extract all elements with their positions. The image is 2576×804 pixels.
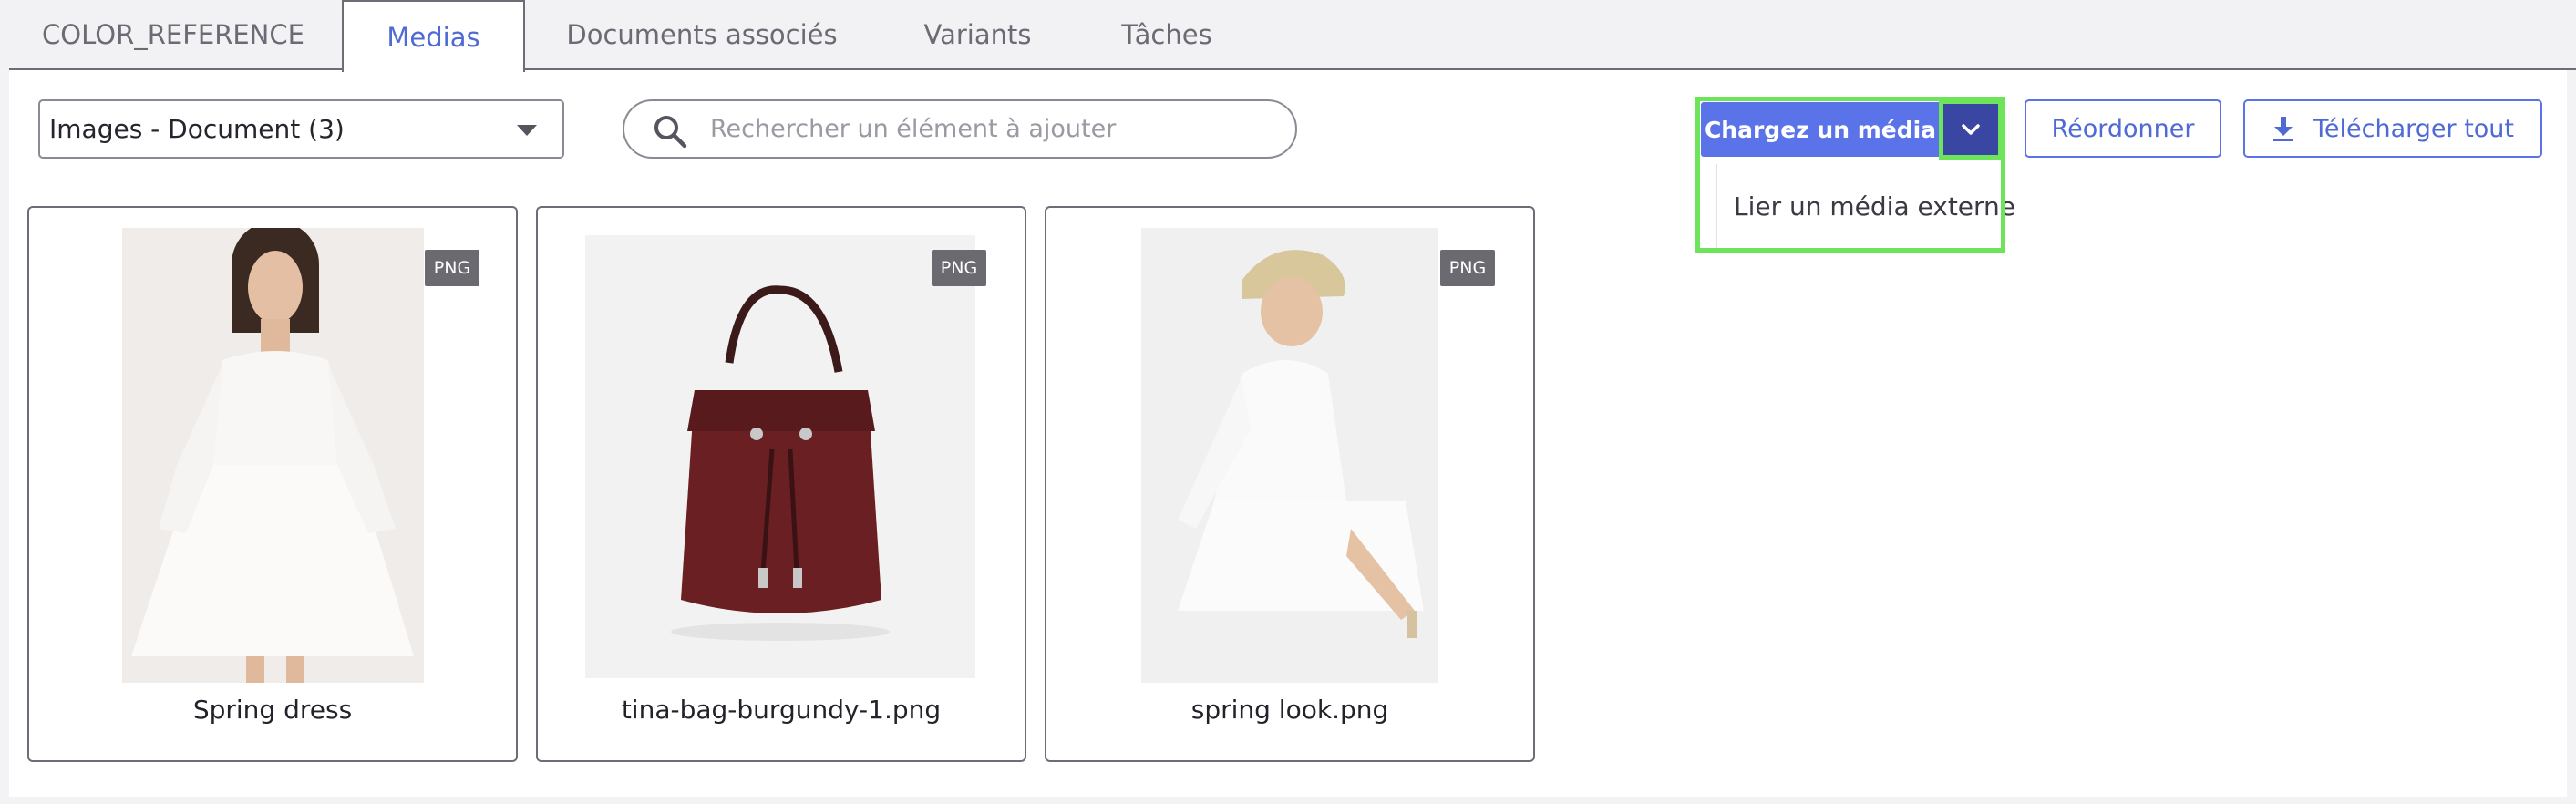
media-type-select[interactable]: Images - Document (3) — [38, 99, 564, 159]
media-name: tina-bag-burgundy-1.png — [621, 695, 942, 725]
search-box — [623, 99, 1297, 159]
tab-bar: COLOR_REFERENCE Medias Documents associé… — [0, 0, 2576, 72]
media-thumbnail — [122, 228, 424, 683]
media-name: Spring dress — [192, 695, 353, 725]
file-type-badge: PNG — [932, 250, 986, 286]
media-type-select-value: Images - Document (3) — [49, 114, 345, 144]
tab-variants[interactable]: Variants — [902, 0, 1053, 69]
media-card[interactable]: PNG tina-bag-burgundy-1.png — [536, 206, 1026, 762]
media-card[interactable]: PNG spring look.png — [1045, 206, 1535, 762]
chevron-down-icon — [1962, 124, 1980, 135]
media-name: spring look.png — [1190, 695, 1389, 725]
media-card[interactable]: PNG Spring dress — [27, 206, 518, 762]
tab-color-reference[interactable]: COLOR_REFERENCE — [36, 0, 310, 69]
tab-documents-associes[interactable]: Documents associés — [556, 0, 848, 69]
tab-medias[interactable]: Medias — [342, 0, 525, 72]
media-thumbnail — [1141, 228, 1438, 683]
tab-taches[interactable]: Tâches — [1103, 0, 1231, 69]
search-icon — [654, 116, 687, 149]
reorder-button[interactable]: Réordonner — [2025, 99, 2221, 158]
caret-down-icon — [517, 125, 537, 136]
download-all-button[interactable]: Télécharger tout — [2243, 99, 2542, 158]
upload-options-toggle[interactable] — [1942, 102, 2000, 157]
upload-options-menu: Lier un média externe — [1716, 164, 2015, 248]
file-type-badge: PNG — [1440, 250, 1495, 286]
upload-media-button[interactable]: Chargez un média — [1701, 102, 1940, 157]
search-input[interactable] — [710, 108, 1275, 149]
media-thumbnail — [585, 235, 975, 678]
menu-item-link-external-media[interactable]: Lier un média externe — [1734, 191, 2015, 222]
download-all-label: Télécharger tout — [2313, 114, 2514, 143]
file-type-badge: PNG — [425, 250, 479, 286]
download-icon — [2273, 117, 2293, 141]
